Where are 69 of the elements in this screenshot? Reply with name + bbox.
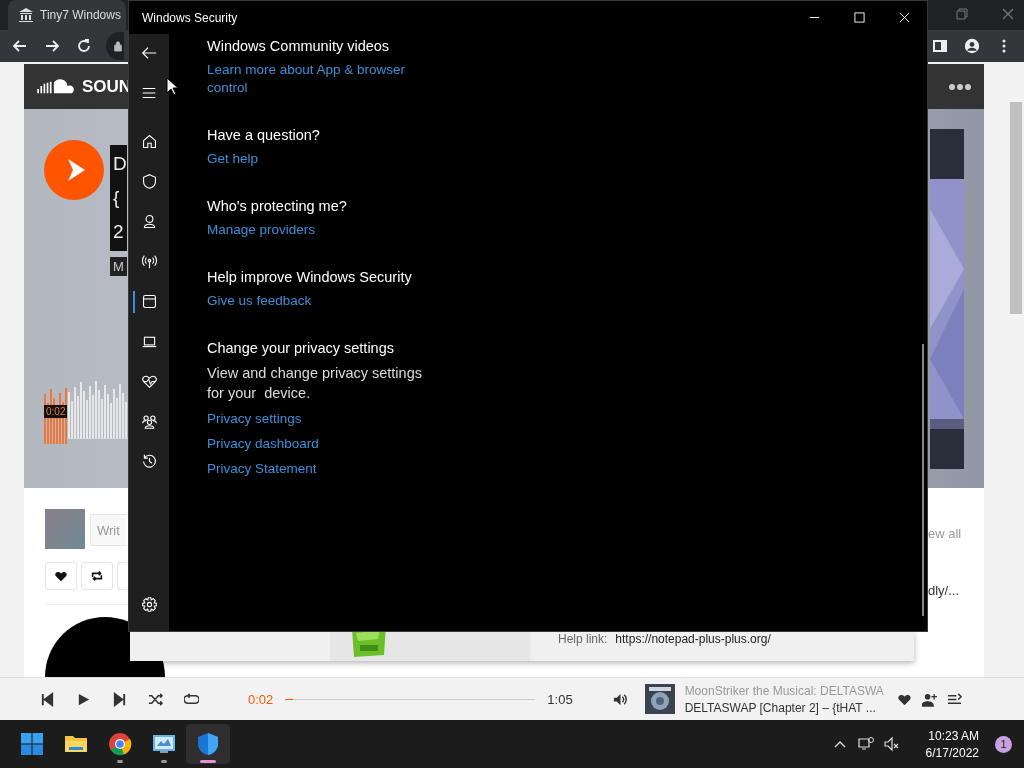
section-description: View and change privacy settings for your device. xyxy=(207,364,423,403)
next-icon[interactable] xyxy=(112,691,127,707)
heart-icon xyxy=(54,569,68,584)
control-panel-icon xyxy=(152,732,176,756)
clock[interactable]: 10:23 AM 6/17/2022 xyxy=(925,728,979,760)
start-icon xyxy=(20,732,44,756)
artist-label[interactable]: M xyxy=(110,257,127,277)
volume-icon[interactable] xyxy=(612,691,628,707)
section-heading: Help improve Windows Security xyxy=(207,269,413,285)
shield-icon xyxy=(140,172,158,190)
scrollbar[interactable] xyxy=(1010,102,1022,315)
elapsed-time: 0:02 xyxy=(248,691,274,707)
link[interactable]: Privacy settings xyxy=(207,410,422,428)
people-icon xyxy=(140,412,158,430)
network-icon[interactable] xyxy=(857,736,874,752)
window-icon xyxy=(140,292,158,310)
avatar xyxy=(45,509,85,550)
taskbar-app[interactable] xyxy=(186,724,230,764)
browser-icon xyxy=(108,732,132,756)
track-title-text: 2 xyxy=(113,220,125,245)
help-link[interactable]: https://notepad-plus-plus.org/ xyxy=(615,632,771,646)
repost-button[interactable] xyxy=(81,562,113,591)
window-title: Windows Security xyxy=(142,10,238,25)
muted-speaker-icon[interactable] xyxy=(883,736,900,752)
repeat-icon[interactable] xyxy=(184,691,199,707)
play-icon[interactable] xyxy=(76,691,91,707)
sidebar-icon[interactable] xyxy=(932,38,948,55)
mouse-pointer-icon xyxy=(166,77,178,96)
track-title-text: D xyxy=(113,152,127,177)
previous-icon[interactable] xyxy=(40,691,55,707)
link-text[interactable]: dly/... xyxy=(928,583,962,599)
more-icon[interactable] xyxy=(948,82,972,91)
museum-icon xyxy=(18,7,34,24)
like-button[interactable] xyxy=(45,562,77,591)
link[interactable]: Privacy dashboard xyxy=(207,435,422,453)
help-link-label: Help link: xyxy=(558,632,608,646)
link[interactable]: Get help xyxy=(207,150,422,168)
section-heading: Who's protecting me? xyxy=(207,198,348,214)
link[interactable]: Manage providers xyxy=(207,221,422,239)
link[interactable]: Give us feedback xyxy=(207,292,422,310)
section-heading: Have a question? xyxy=(207,127,321,143)
section-heading: Windows Community videos xyxy=(207,38,391,54)
settings-icon[interactable] xyxy=(140,596,158,613)
address-bar[interactable] xyxy=(106,32,124,61)
reload-icon[interactable] xyxy=(76,38,92,55)
maximize-icon[interactable] xyxy=(854,12,865,23)
track-title[interactable]: DELTASWAP [Chapter 2] – {tHAT ... xyxy=(684,700,897,715)
clock-time: 10:23 AM xyxy=(928,728,979,743)
home-icon xyxy=(140,132,158,150)
waveform-time: 0:02 xyxy=(44,405,68,419)
back-icon[interactable] xyxy=(140,44,158,62)
shield-icon xyxy=(196,732,220,756)
history-icon xyxy=(140,452,158,470)
play-icon xyxy=(66,157,86,184)
duration-time: 1:05 xyxy=(547,691,573,707)
restore-icon[interactable] xyxy=(956,8,968,21)
repost-icon xyxy=(90,569,104,584)
follow-icon[interactable] xyxy=(921,691,937,707)
link[interactable]: Privacy Statement xyxy=(207,460,422,478)
queue-icon[interactable] xyxy=(946,691,962,707)
profile-icon[interactable] xyxy=(964,38,980,55)
notification-badge[interactable]: 1 xyxy=(995,735,1012,753)
section-heading: Change your privacy settings xyxy=(207,340,395,356)
link[interactable]: Learn more about App & browser control xyxy=(207,61,422,97)
track-title-text: { xyxy=(113,186,121,211)
scrollbar[interactable] xyxy=(922,344,924,616)
lock-icon xyxy=(113,40,123,53)
shuffle-icon[interactable] xyxy=(148,691,163,707)
clock-date: 6/17/2022 xyxy=(925,745,979,760)
